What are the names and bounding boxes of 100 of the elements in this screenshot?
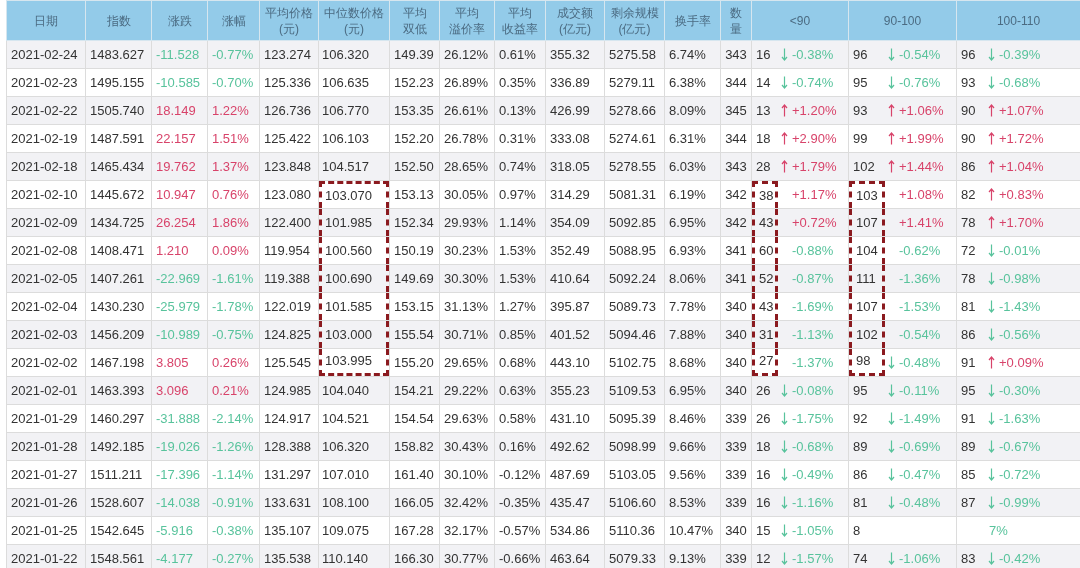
table-cell: 534.86 xyxy=(545,516,605,545)
table-cell: 32.17% xyxy=(439,516,495,545)
table-cell: 1465.434 xyxy=(85,152,152,181)
count-text: 26 xyxy=(755,409,772,428)
table-cell: 122.400 xyxy=(259,208,319,237)
table-cell: 8.06% xyxy=(664,264,721,293)
table-cell: 5102.75 xyxy=(604,348,665,377)
percent-change-text: -1.16% xyxy=(792,493,834,512)
percent-change-text: +1.20% xyxy=(792,101,837,120)
table-cell: 30.43% xyxy=(439,432,495,461)
percent-change-text: -0.01% xyxy=(999,241,1041,260)
table-cell: -1.14% xyxy=(207,460,260,489)
table-cell: 1408.471 xyxy=(85,236,152,265)
table-cell: 0.09% xyxy=(207,236,260,265)
table-cell: 29.65% xyxy=(439,348,495,377)
table-cell: 1528.607 xyxy=(85,488,152,517)
count-text: 74 xyxy=(852,549,869,568)
table-cell: -0.91% xyxy=(207,488,260,517)
table-cell: 1483.627 xyxy=(85,40,152,69)
table-cell: 128.388 xyxy=(259,432,319,461)
table-cell: 345 xyxy=(720,96,752,125)
percent-change-text: -0.56% xyxy=(999,325,1041,344)
table-cell: 150.19 xyxy=(389,236,440,265)
table-cell: 10.947 xyxy=(151,180,208,209)
table-cell: 2021-02-03 xyxy=(6,320,86,349)
table-cell: 152.20 xyxy=(389,124,440,153)
table-cell: 2021-01-28 xyxy=(6,432,86,461)
table-cell: 6.74% xyxy=(664,40,721,69)
count-text: 96 xyxy=(852,45,869,64)
table-cell: 344 xyxy=(720,68,752,97)
table-cell: -0.38% xyxy=(207,516,260,545)
table-cell: -1.61% xyxy=(207,264,260,293)
table-cell: 0.97% xyxy=(494,180,546,209)
table-cell: 5103.05 xyxy=(604,460,665,489)
table-cell: 8.68% xyxy=(664,348,721,377)
table-cell: 355.32 xyxy=(545,40,605,69)
percent-change-text: +2.90% xyxy=(792,129,837,148)
table-cell: 2021-01-22 xyxy=(6,544,86,568)
table-cell: 6.31% xyxy=(664,124,721,153)
table-cell: 0.16% xyxy=(494,432,546,461)
count-text: 82 xyxy=(960,185,977,204)
table-cell: 343 xyxy=(720,152,752,181)
table-cell: -19.026 xyxy=(151,432,208,461)
table-cell: 124.985 xyxy=(259,376,319,405)
table-cell: 153.15 xyxy=(389,292,440,321)
table-cell: 6.19% xyxy=(664,180,721,209)
table-cell: 1.51% xyxy=(207,124,260,153)
table-cell: 426.99 xyxy=(545,96,605,125)
table-cell: 2021-02-09 xyxy=(6,208,86,237)
percent-change-text: -0.42% xyxy=(999,549,1041,568)
table-cell: 19.762 xyxy=(151,152,208,181)
table-cell: -0.12% xyxy=(494,460,546,489)
count-text: 89 xyxy=(852,437,869,456)
count-text: 90 xyxy=(960,101,977,120)
percent-change-text: -0.68% xyxy=(999,73,1041,92)
table-cell: 1460.297 xyxy=(85,404,152,433)
table-cell: 6.95% xyxy=(664,208,721,237)
table-cell: 352.49 xyxy=(545,236,605,265)
column-header: 剩余规模 (亿元) xyxy=(604,0,665,41)
table-cell: 7.88% xyxy=(664,320,721,349)
table-cell: 26.78% xyxy=(439,124,495,153)
table-cell: 167.28 xyxy=(389,516,440,545)
percent-change-text: +1.79% xyxy=(792,157,837,176)
table-cell: 0.74% xyxy=(494,152,546,181)
table-cell: 6.03% xyxy=(664,152,721,181)
table-cell: 26.254 xyxy=(151,208,208,237)
table-cell: 31.13% xyxy=(439,292,495,321)
count-text: 78 xyxy=(960,269,977,288)
table-cell: 5275.58 xyxy=(604,40,665,69)
table-cell: 131.297 xyxy=(259,460,319,489)
table-cell: 401.52 xyxy=(545,320,605,349)
table-cell: 1445.672 xyxy=(85,180,152,209)
count-text: 86 xyxy=(960,325,977,344)
table-cell: 8.09% xyxy=(664,96,721,125)
table-cell: 22.157 xyxy=(151,124,208,153)
count-text: 86 xyxy=(852,465,869,484)
percent-change-text: -0.48% xyxy=(899,353,941,372)
table-cell: 1542.645 xyxy=(85,516,152,545)
table-cell: 149.39 xyxy=(389,40,440,69)
table-cell: 339 xyxy=(720,404,752,433)
table-cell: 155.20 xyxy=(389,348,440,377)
table-cell: 124.825 xyxy=(259,320,319,349)
percent-change-text: -1.36% xyxy=(899,269,941,288)
percent-change-text: +0.72% xyxy=(792,213,837,232)
table-cell: 431.10 xyxy=(545,404,605,433)
table-cell: 3.805 xyxy=(151,348,208,377)
percent-change-text: -0.08% xyxy=(792,381,834,400)
table-cell: 123.274 xyxy=(259,40,319,69)
percent-change-text: -1.43% xyxy=(999,297,1041,316)
table-cell: 7.78% xyxy=(664,292,721,321)
table-cell: 30.05% xyxy=(439,180,495,209)
percent-change-text: +1.72% xyxy=(999,129,1044,148)
table-cell: 2021-01-27 xyxy=(6,460,86,489)
table-cell: 355.23 xyxy=(545,376,605,405)
table-cell: 1434.725 xyxy=(85,208,152,237)
table-cell: 18.149 xyxy=(151,96,208,125)
table-cell: 339 xyxy=(720,432,752,461)
table-cell: 0.68% xyxy=(494,348,546,377)
percent-change-text: -0.67% xyxy=(999,437,1041,456)
table-cell: 3.096 xyxy=(151,376,208,405)
